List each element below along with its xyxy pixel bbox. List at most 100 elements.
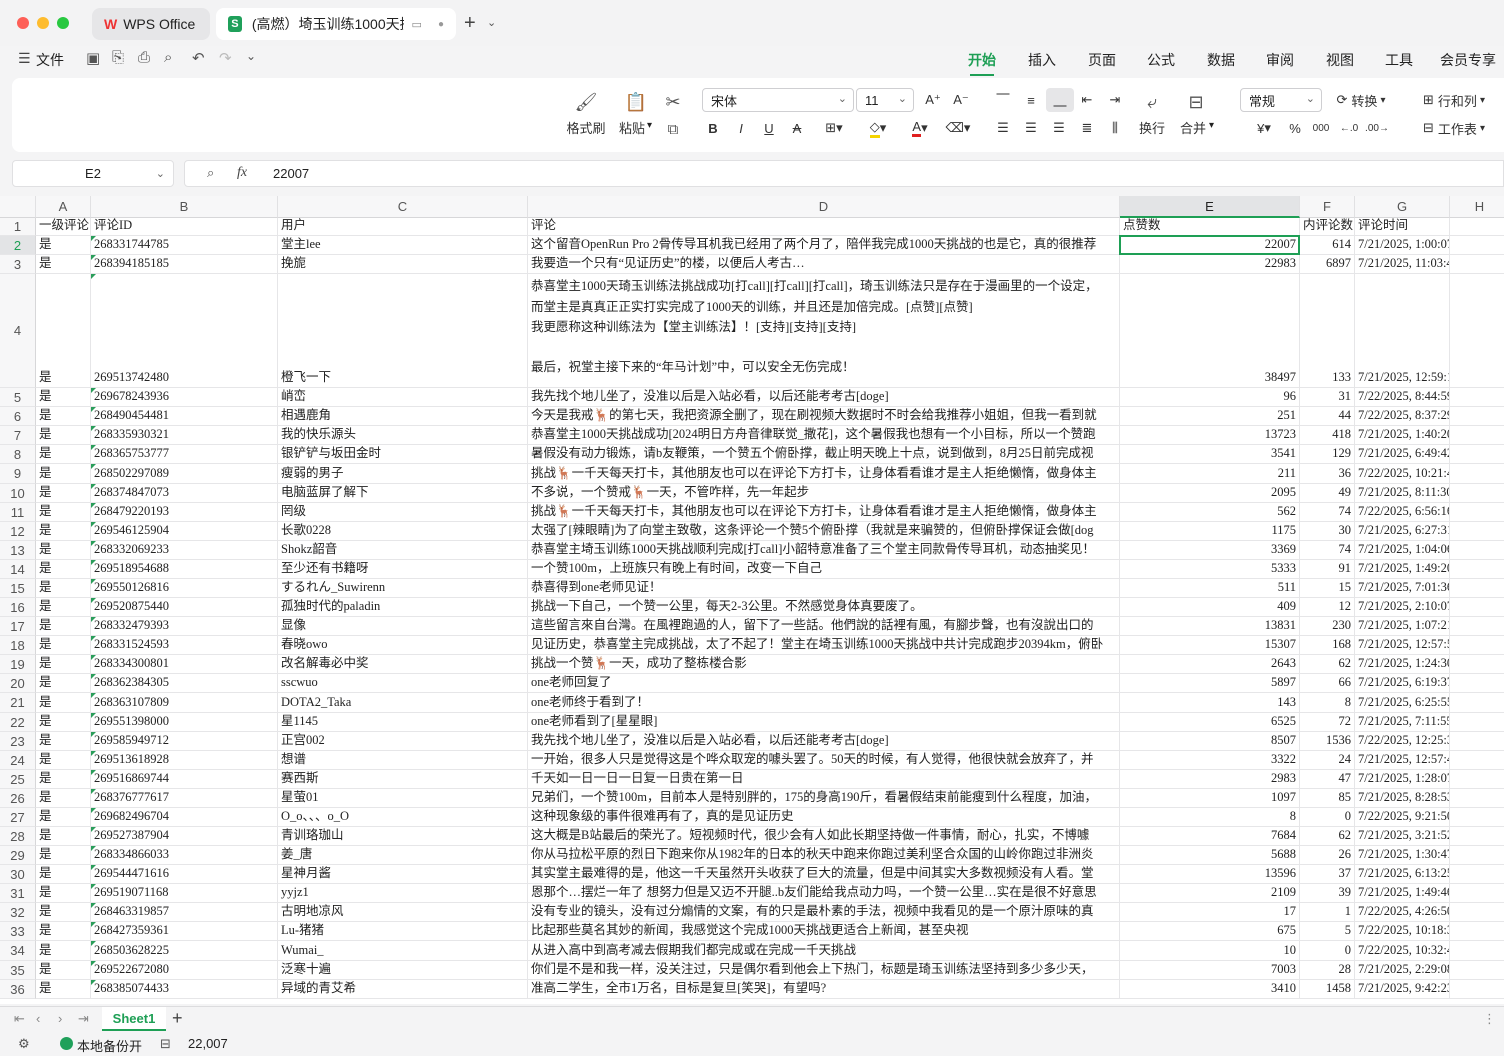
format-painter-icon[interactable]: 🖌 (572, 90, 600, 114)
cell-comment-time[interactable]: 7/21/2025, 6:27:31 PM (1355, 521, 1450, 541)
cell-reply-count[interactable]: 1536 (1300, 731, 1355, 751)
tab-insert[interactable]: 插入 (1028, 50, 1056, 70)
cell-user[interactable]: 春晓owo (278, 636, 528, 656)
convert-button[interactable]: ⟳ 转换 ▾ (1330, 90, 1392, 110)
cell-comment[interactable]: 恩那个…摆烂一年了 想努力但是又迈不开腿..b友们能给我点动力吗，一个赞一公里…… (528, 884, 1120, 904)
tab-wps-office[interactable]: W WPS Office (92, 8, 210, 40)
cell-comment-id[interactable]: 269518954688 (91, 559, 278, 579)
cell-comment-id[interactable]: 268503628225 (91, 941, 278, 961)
cell-comment-time[interactable]: 7/21/2025, 7:11:55 PM (1355, 712, 1450, 732)
column-header-f[interactable]: F (1300, 196, 1355, 218)
cell-comment-time[interactable]: 7/21/2025, 1:49:20 PM (1355, 559, 1450, 579)
spreadsheet-grid[interactable]: A B C D E F G H 1 一级评论 评论ID 用户 评论 点赞数 内评论数 评论时间 2 是 268331… (0, 196, 1504, 1004)
cell-empty[interactable] (1450, 922, 1504, 942)
header-cell-likes[interactable]: 点赞数 (1120, 218, 1300, 236)
cell-first-level-comment[interactable]: 是 (36, 807, 91, 827)
cell-reply-count[interactable]: 129 (1300, 445, 1355, 465)
cell-comment-time[interactable]: 7/21/2025, 8:11:30 PM (1355, 483, 1450, 503)
decrease-font-icon[interactable]: A⁻ (950, 90, 972, 110)
cell-empty[interactable] (1450, 560, 1504, 579)
cell-user[interactable]: 古明地凉风 (278, 903, 528, 923)
cell-comment-time[interactable]: 7/21/2025, 2:29:08 PM (1355, 960, 1450, 980)
row-header[interactable]: 29 (0, 846, 36, 866)
column-header-g[interactable]: G (1355, 196, 1450, 218)
cell-reply-count[interactable]: 1 (1300, 903, 1355, 923)
row-header[interactable]: 18 (0, 636, 36, 656)
row-header[interactable]: 3 (0, 255, 36, 275)
row-header[interactable]: 1 (0, 218, 36, 236)
cell-first-level-comment[interactable]: 是 (36, 540, 91, 560)
header-cell-comment-id[interactable]: 评论ID (91, 218, 278, 236)
cell-first-level-comment[interactable]: 是 (36, 788, 91, 808)
cell-likes[interactable]: 675 (1120, 922, 1300, 942)
cell-comment-time[interactable]: 7/21/2025, 12:59:13 PM (1355, 274, 1450, 389)
cell-comment[interactable]: 恭喜堂主1000天琦玉训练法挑战成功[打call][打call][打call]，… (528, 274, 1120, 389)
row-header[interactable]: 26 (0, 788, 36, 808)
status-settings-icon[interactable]: ⚙ (18, 1036, 30, 1052)
column-header-c[interactable]: C (278, 196, 528, 218)
cell-reply-count[interactable]: 12 (1300, 598, 1355, 618)
cell-user[interactable]: 星萤01 (278, 788, 528, 808)
cell-comment-id[interactable]: 268331744785 (91, 236, 278, 256)
quick-access-chevron-icon[interactable]: ⌄ (246, 49, 256, 63)
cell-comment[interactable]: 准高二学生，全市1万名，目标是复旦[笑哭]，有望吗? (528, 979, 1120, 999)
format-painter-label[interactable]: 格式刷 (564, 118, 608, 137)
cell-likes[interactable]: 3410 (1120, 979, 1300, 999)
next-sheet-icon[interactable]: › (58, 1011, 62, 1026)
cell-comment-time[interactable]: 7/21/2025, 6:49:42 PM (1355, 445, 1450, 465)
cell-comment[interactable]: 恭喜堂主1000天挑战成功[2024明日方舟音律联觉_撒花]，这个暑假我也想有一… (528, 426, 1120, 446)
row-header[interactable]: 21 (0, 693, 36, 713)
cell-first-level-comment[interactable]: 是 (36, 464, 91, 484)
cell-first-level-comment[interactable]: 是 (36, 865, 91, 885)
thousands-separator-button[interactable]: 000 (1310, 118, 1332, 138)
cell-first-level-comment[interactable]: 是 (36, 769, 91, 789)
cell-first-level-comment[interactable]: 是 (36, 598, 91, 618)
paste-icon[interactable]: 📋 (622, 90, 650, 114)
cell-comment-time[interactable]: 7/22/2025, 6:56:16 PM (1355, 502, 1450, 522)
print-icon[interactable]: ⎙ (138, 49, 150, 66)
cell-likes[interactable]: 15307 (1120, 636, 1300, 656)
cell-empty[interactable] (1450, 598, 1504, 618)
zoom-window-button[interactable] (57, 17, 69, 29)
row-header[interactable]: 10 (0, 483, 36, 503)
cell-likes[interactable]: 13723 (1120, 426, 1300, 446)
backup-status[interactable]: 本地备份开 (77, 1036, 142, 1055)
cell-likes[interactable]: 409 (1120, 598, 1300, 618)
sheet-tab-sheet1[interactable]: Sheet1 (102, 1007, 166, 1031)
indent-increase-icon[interactable]: ⇥ (1104, 90, 1126, 110)
distributed-icon[interactable]: ⫼ (1104, 118, 1126, 138)
italic-icon[interactable]: I (730, 118, 752, 138)
cell-comment-id[interactable]: 268334866033 (91, 846, 278, 866)
cell-user[interactable]: 星1145 (278, 712, 528, 732)
cell-reply-count[interactable]: 62 (1300, 655, 1355, 675)
cell-user[interactable]: 姜_唐 (278, 846, 528, 866)
header-cell-first-level-comment[interactable]: 一级评论 (36, 218, 91, 236)
cell-empty[interactable] (1450, 961, 1504, 980)
cell-user[interactable]: sscwuo (278, 674, 528, 694)
border-icon[interactable]: ⊞▾ (816, 118, 852, 138)
cell-first-level-comment[interactable]: 是 (36, 846, 91, 866)
cell-likes[interactable]: 143 (1120, 693, 1300, 713)
cell-likes[interactable]: 3369 (1120, 540, 1300, 560)
tab-list-chevron-icon[interactable]: ⌄ (487, 16, 496, 29)
cell-comment-time[interactable]: 7/22/2025, 10:21:47 PM (1355, 464, 1450, 484)
cell-comment[interactable]: 从进入高中到高考减去假期我们都完成或在完成一千天挑战 (528, 941, 1120, 961)
cell-comment[interactable]: 挑战一个赞🦌一天，成功了整栋楼合影 (528, 655, 1120, 675)
cell-user[interactable]: 星神月酱 (278, 865, 528, 885)
cell-empty[interactable] (1450, 884, 1504, 904)
cell-likes[interactable]: 22983 (1120, 255, 1300, 275)
cell-first-level-comment[interactable]: 是 (36, 483, 91, 503)
cell-reply-count[interactable]: 168 (1300, 636, 1355, 656)
cell-first-level-comment[interactable]: 是 (36, 388, 91, 408)
cell-user[interactable]: 青训珞珈山 (278, 827, 528, 847)
close-window-button[interactable] (17, 17, 29, 29)
cell-user[interactable]: 堂主lee (278, 236, 528, 256)
cell-first-level-comment[interactable]: 是 (36, 731, 91, 751)
cell-comment-time[interactable]: 7/21/2025, 9:42:23 PM (1355, 979, 1450, 999)
cell-empty[interactable] (1450, 503, 1504, 522)
row-header[interactable]: 36 (0, 979, 36, 999)
cell-likes[interactable]: 17 (1120, 903, 1300, 923)
cell-reply-count[interactable]: 5 (1300, 922, 1355, 942)
row-header[interactable]: 5 (0, 388, 36, 408)
column-header-e[interactable]: E (1120, 196, 1300, 218)
